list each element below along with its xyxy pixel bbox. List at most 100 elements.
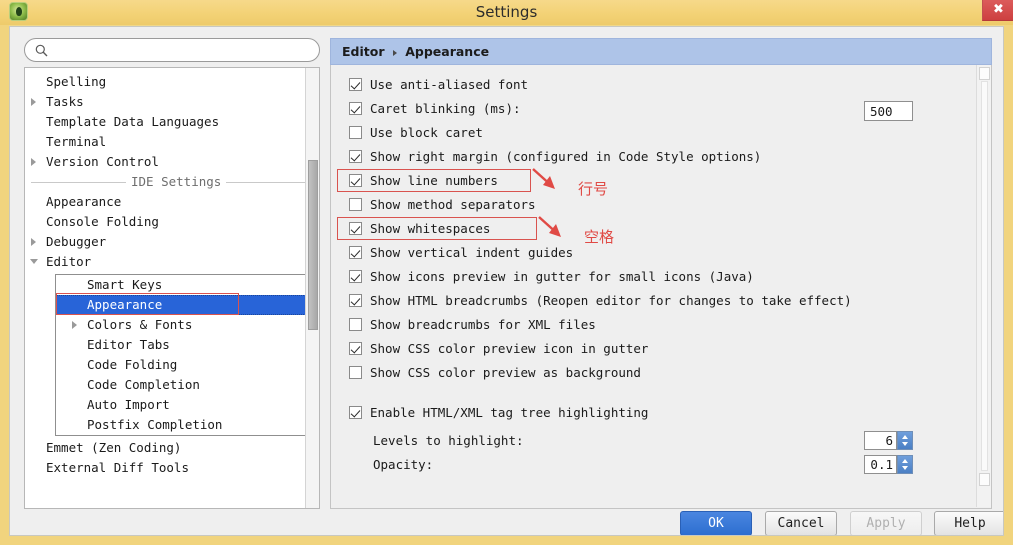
sidebar-subitem-label: Appearance [87,297,163,312]
stepper-up-icon[interactable] [902,459,908,463]
levels-stepper-buttons[interactable] [897,431,913,450]
frame-bottom-edge [0,536,1013,545]
sidebar-subitem-smart-keys[interactable]: Smart Keys [56,275,306,295]
search-icon [35,44,48,57]
sidebar-item-label: Emmet (Zen Coding) [46,440,182,455]
pane-scrollbar-track[interactable] [976,65,991,507]
stepper-down-icon[interactable] [902,442,908,446]
breadcrumb: Editor Appearance [330,38,992,65]
breadcrumb-parent: Editor [342,44,385,59]
opacity-input[interactable] [864,455,897,474]
settings-tree[interactable]: Spelling Tasks Template Data Languages Term… [24,67,320,509]
checkbox-show-right-margin-configured-in-code-style-options[interactable] [349,150,362,163]
sidebar-subitem-label: Editor Tabs [87,337,170,352]
levels-to-highlight-input[interactable] [864,431,897,450]
sidebar-item-label: Terminal [46,134,107,149]
annotation-text-whitespaces: 空格 [584,228,615,246]
option-label: Show CSS color preview as background [370,365,641,380]
frame-right-edge [1004,25,1013,545]
close-button[interactable]: ✖ [982,0,1013,21]
chevron-right-icon[interactable] [31,158,36,166]
search-box[interactable] [24,38,320,62]
sidebar-item-template-data-languages[interactable]: Template Data Languages [25,112,319,132]
sidebar-subitem-label: Auto Import [87,397,170,412]
sidebar-item-label: Editor [46,254,92,269]
sidebar-item-label: Tasks [46,94,84,109]
checkbox-show-whitespaces[interactable] [349,222,362,235]
sidebar-subitem-appearance[interactable]: Appearance [56,295,306,315]
sidebar-item-version-control[interactable]: Version Control [25,152,319,172]
checkbox-enable-html-xml-tag-tree-highlighting[interactable] [349,406,362,419]
appearance-settings-pane: Use anti-aliased font Caret blinking (ms)… [330,65,992,509]
pane-scrollbar-thumb[interactable] [981,81,988,471]
option-label: Show line numbers [370,173,498,188]
window-title: Settings [475,3,538,21]
sidebar-subitem-code-folding[interactable]: Code Folding [56,355,306,375]
sidebar-subitem-code-completion[interactable]: Code Completion [56,375,306,395]
checkbox-show-css-color-preview-icon-in-gutter[interactable] [349,342,362,355]
sidebar-item-editor[interactable]: Editor [25,252,319,272]
scroll-up-button[interactable] [979,67,990,80]
chevron-down-icon[interactable] [30,259,38,264]
option-label: Show HTML breadcrumbs (Reopen editor for… [370,293,852,308]
chevron-right-icon[interactable] [72,321,77,329]
checkbox-show-html-breadcrumbs-reopen-editor-for-changes-to-take-effect[interactable] [349,294,362,307]
sidebar-item-emmet-zen-coding[interactable]: Emmet (Zen Coding) [25,438,319,458]
sidebar-scrollbar-thumb[interactable] [308,160,318,330]
checkbox-caret-blinking-ms[interactable] [349,102,362,115]
sidebar-item-spelling[interactable]: Spelling [25,72,319,92]
option-label: Show CSS color preview icon in gutter [370,341,649,356]
levels-to-highlight-label: Levels to highlight: [373,433,524,448]
sidebar-subitem-postfix-completion[interactable]: Postfix Completion [56,415,306,435]
sidebar-item-label: Debugger [46,234,107,249]
sidebar-subitem-colors-fonts[interactable]: Colors & Fonts [56,315,306,335]
option-label: Use anti-aliased font [370,77,529,92]
checkbox-show-breadcrumbs-for-xml-files[interactable] [349,318,362,331]
sidebar-section-label: IDE Settings [131,174,222,189]
chevron-right-icon[interactable] [31,98,36,106]
stepper-up-icon[interactable] [902,435,908,439]
sidebar-item-tasks[interactable]: Tasks [25,92,319,112]
sidebar-item-label: Version Control [46,154,159,169]
checkbox-use-block-caret[interactable] [349,126,362,139]
sidebar-item-debugger[interactable]: Debugger [25,232,319,252]
sidebar-item-label: Console Folding [46,214,159,229]
checkbox-show-line-numbers[interactable] [349,174,362,187]
sidebar-subitem-label: Postfix Completion [87,417,223,432]
sidebar-subitem-auto-import[interactable]: Auto Import [56,395,306,415]
checkbox-show-css-color-preview-as-background[interactable] [349,366,362,379]
sidebar-subitem-label: Code Completion [87,377,200,392]
sidebar-item-external-diff-tools[interactable]: External Diff Tools [25,458,319,478]
help-button[interactable]: Help [934,511,1003,535]
sidebar-subitem-label: Smart Keys [87,277,163,292]
cancel-button[interactable]: Cancel [765,511,837,535]
editor-subtree-panel[interactable]: Smart Keys Appearance Colors & Fonts Editor… [55,274,307,436]
search-input[interactable] [53,41,315,62]
stepper-down-icon[interactable] [902,466,908,470]
sidebar-item-label: External Diff Tools [46,460,189,475]
sidebar-item-terminal[interactable]: Terminal [25,132,319,152]
opacity-label: Opacity: [373,457,434,472]
settings-window: Settings ✖ Spelling Tasks Template Data La… [0,0,1013,545]
option-label: Show right margin (configured in Code St… [370,149,762,164]
scroll-down-button[interactable] [979,473,990,486]
checkbox-show-method-separators[interactable] [349,198,362,211]
caret-blinking-input[interactable] [864,101,913,121]
checkbox-use-anti-aliased-font[interactable] [349,78,362,91]
chevron-right-icon [392,49,397,56]
sidebar-scrollbar-track[interactable] [305,68,319,508]
dialog-button-bar: OK Cancel Apply Help [10,511,1003,535]
sidebar-item-label: Appearance [46,194,122,209]
sidebar-item-console-folding[interactable]: Console Folding [25,212,319,232]
sidebar-subitem-editor-tabs[interactable]: Editor Tabs [56,335,306,355]
option-label: Show vertical indent guides [370,245,574,260]
ok-button[interactable]: OK [680,511,752,535]
checkbox-show-icons-preview-in-gutter-for-small-icons-java[interactable] [349,270,362,283]
chevron-right-icon[interactable] [31,238,36,246]
sidebar-item-appearance[interactable]: Appearance [25,192,319,212]
opacity-stepper-buttons[interactable] [897,455,913,474]
option-label: Show breadcrumbs for XML files [370,317,596,332]
option-label: Show method separators [370,197,536,212]
sidebar-section-separator: IDE Settings [25,172,319,192]
checkbox-show-vertical-indent-guides[interactable] [349,246,362,259]
